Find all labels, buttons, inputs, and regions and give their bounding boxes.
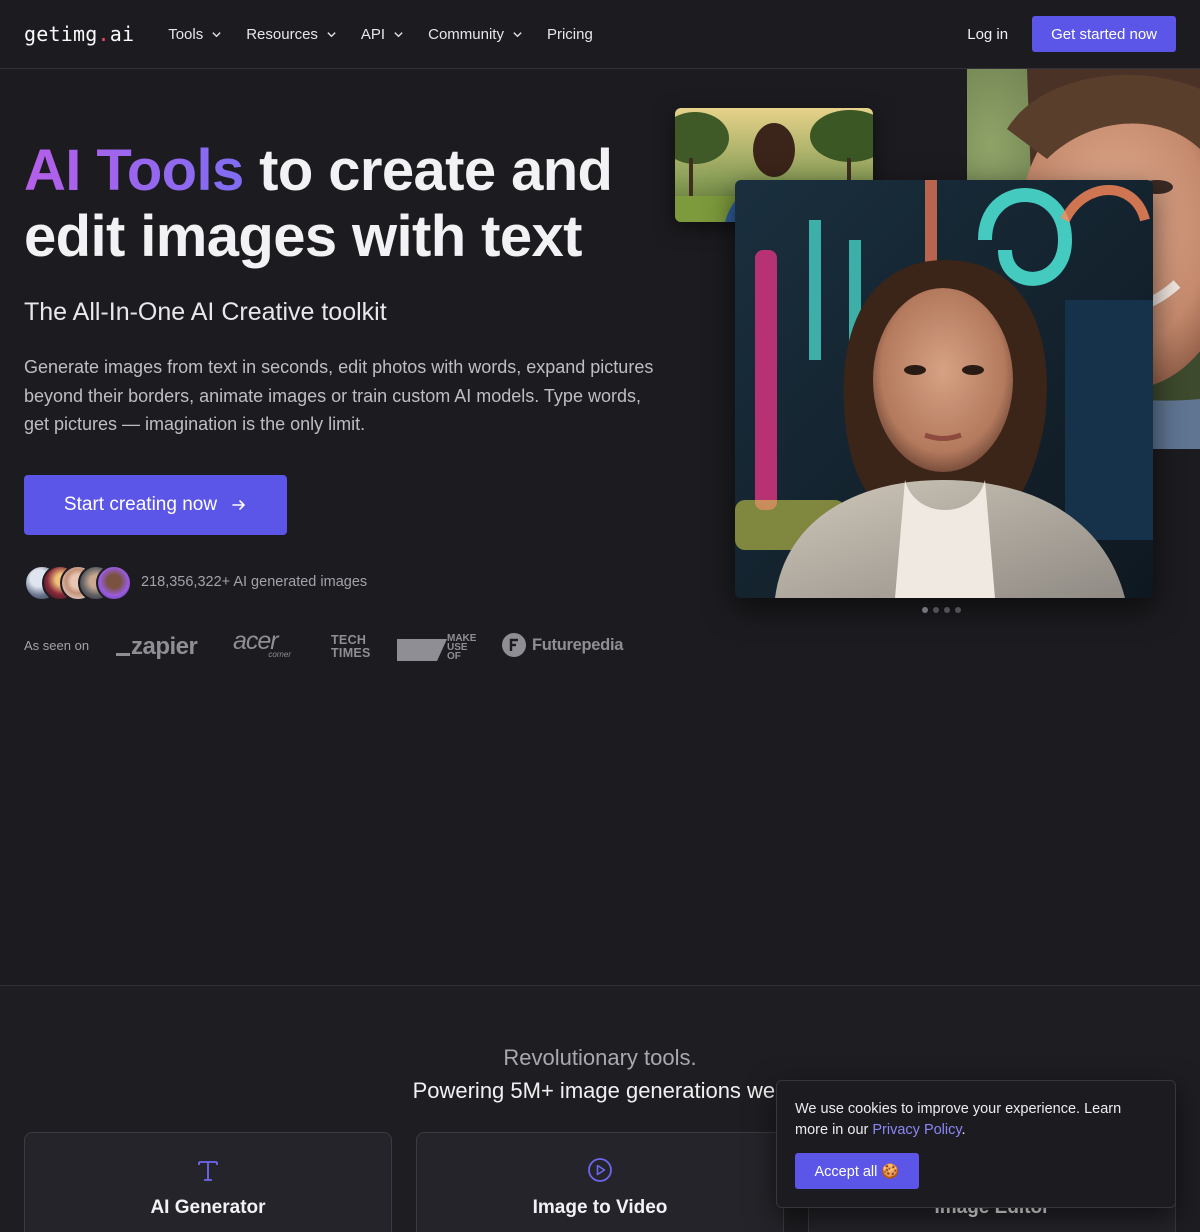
nav-item-api[interactable]: API: [361, 26, 404, 43]
carousel-dot[interactable]: [944, 607, 950, 613]
nav-item-label: Resources: [246, 25, 318, 43]
hero-image-main: [735, 180, 1153, 598]
woman-neon-portrait-photo: [735, 180, 1153, 598]
tool-name: AI Generator: [150, 1197, 266, 1218]
arrow-right-icon: [232, 500, 245, 510]
nav-item-label: API: [360, 25, 386, 43]
times-logo-text: TIMES: [331, 646, 371, 660]
get-started-button[interactable]: Get started now: [1032, 16, 1176, 52]
hero-title-rest-1: to create and: [243, 138, 613, 203]
play-circle-icon: [588, 1158, 612, 1182]
logo[interactable]: getimg.ai: [24, 22, 134, 46]
chevron-down-icon: [513, 31, 522, 37]
nav-links: Tools Resources API Community Pricing: [168, 26, 617, 43]
makeuseof-mark: [397, 639, 447, 661]
nav-item-resources[interactable]: Resources: [246, 26, 337, 43]
tool-name: Image to Video: [532, 1197, 668, 1218]
start-creating-button[interactable]: Start creating now: [24, 475, 287, 535]
hero-title-rest-2: edit images with text: [24, 204, 582, 269]
logo-text-post: ai: [109, 22, 135, 46]
makeuseof-logo: MAKE USE OF: [397, 634, 479, 662]
as-seen-on-label: As seen on: [24, 638, 90, 653]
nav-right: Log in Get started now: [967, 16, 1176, 52]
of-logo-text: OF: [447, 651, 461, 662]
logo-text-pre: getimg: [24, 22, 98, 46]
user-avatars: [24, 565, 132, 601]
futurepedia-logo: Futurepedia: [502, 633, 623, 657]
nav-item-label: Pricing: [546, 25, 593, 43]
zapier-logo: zapier: [116, 633, 198, 661]
tool-card-ai-generator[interactable]: AI Generator: [24, 1132, 392, 1232]
chevron-down-icon: [394, 31, 403, 37]
carousel-dot[interactable]: [922, 607, 928, 613]
tool-card-image-to-video[interactable]: Image to Video: [416, 1132, 784, 1232]
hero-title: AI Tools to create and edit images with …: [24, 138, 664, 270]
carousel-dots: [922, 607, 961, 613]
text-t-icon: [198, 1161, 218, 1181]
cookie-banner: We use cookies to improve your experienc…: [776, 1080, 1176, 1208]
nav-item-label: Community: [428, 25, 504, 43]
futurepedia-icon: [502, 633, 526, 657]
carousel-dot[interactable]: [955, 607, 961, 613]
chevron-down-icon: [327, 31, 336, 37]
cookie-text: We use cookies to improve your experienc…: [795, 1099, 1157, 1141]
tech-times-logo: TECH TIMES: [331, 634, 371, 660]
avatar: [96, 565, 132, 601]
carousel-dot[interactable]: [933, 607, 939, 613]
accept-cookies-button[interactable]: Accept all 🍪: [795, 1153, 919, 1189]
top-nav: getimg.ai Tools Resources API Community …: [0, 0, 1200, 69]
privacy-policy-link[interactable]: Privacy Policy: [872, 1122, 961, 1138]
login-link[interactable]: Log in: [967, 26, 1008, 43]
tools-heading-1: Revolutionary tools.: [503, 1045, 697, 1070]
hero-description: Generate images from text in seconds, ed…: [24, 357, 654, 434]
nav-item-community[interactable]: Community: [428, 26, 523, 43]
futurepedia-logo-text: Futurepedia: [532, 635, 624, 654]
nav-item-pricing[interactable]: Pricing: [547, 26, 593, 43]
acer-corner-logo: acer corner: [233, 628, 297, 659]
nav-item-label: Tools: [168, 25, 204, 43]
generated-count: 218,356,322+ AI generated images: [141, 574, 368, 590]
nav-item-tools[interactable]: Tools: [168, 26, 222, 43]
zapier-logo-text: zapier: [131, 633, 198, 660]
cta-label: Start creating now: [63, 494, 218, 515]
chevron-down-icon: [212, 31, 221, 37]
logo-dot: .: [97, 22, 110, 46]
hero-subtitle: The All-In-One AI Creative toolkit: [24, 298, 387, 326]
cookie-text-post: .: [961, 1122, 966, 1138]
hero-title-highlight: AI Tools: [24, 138, 244, 203]
